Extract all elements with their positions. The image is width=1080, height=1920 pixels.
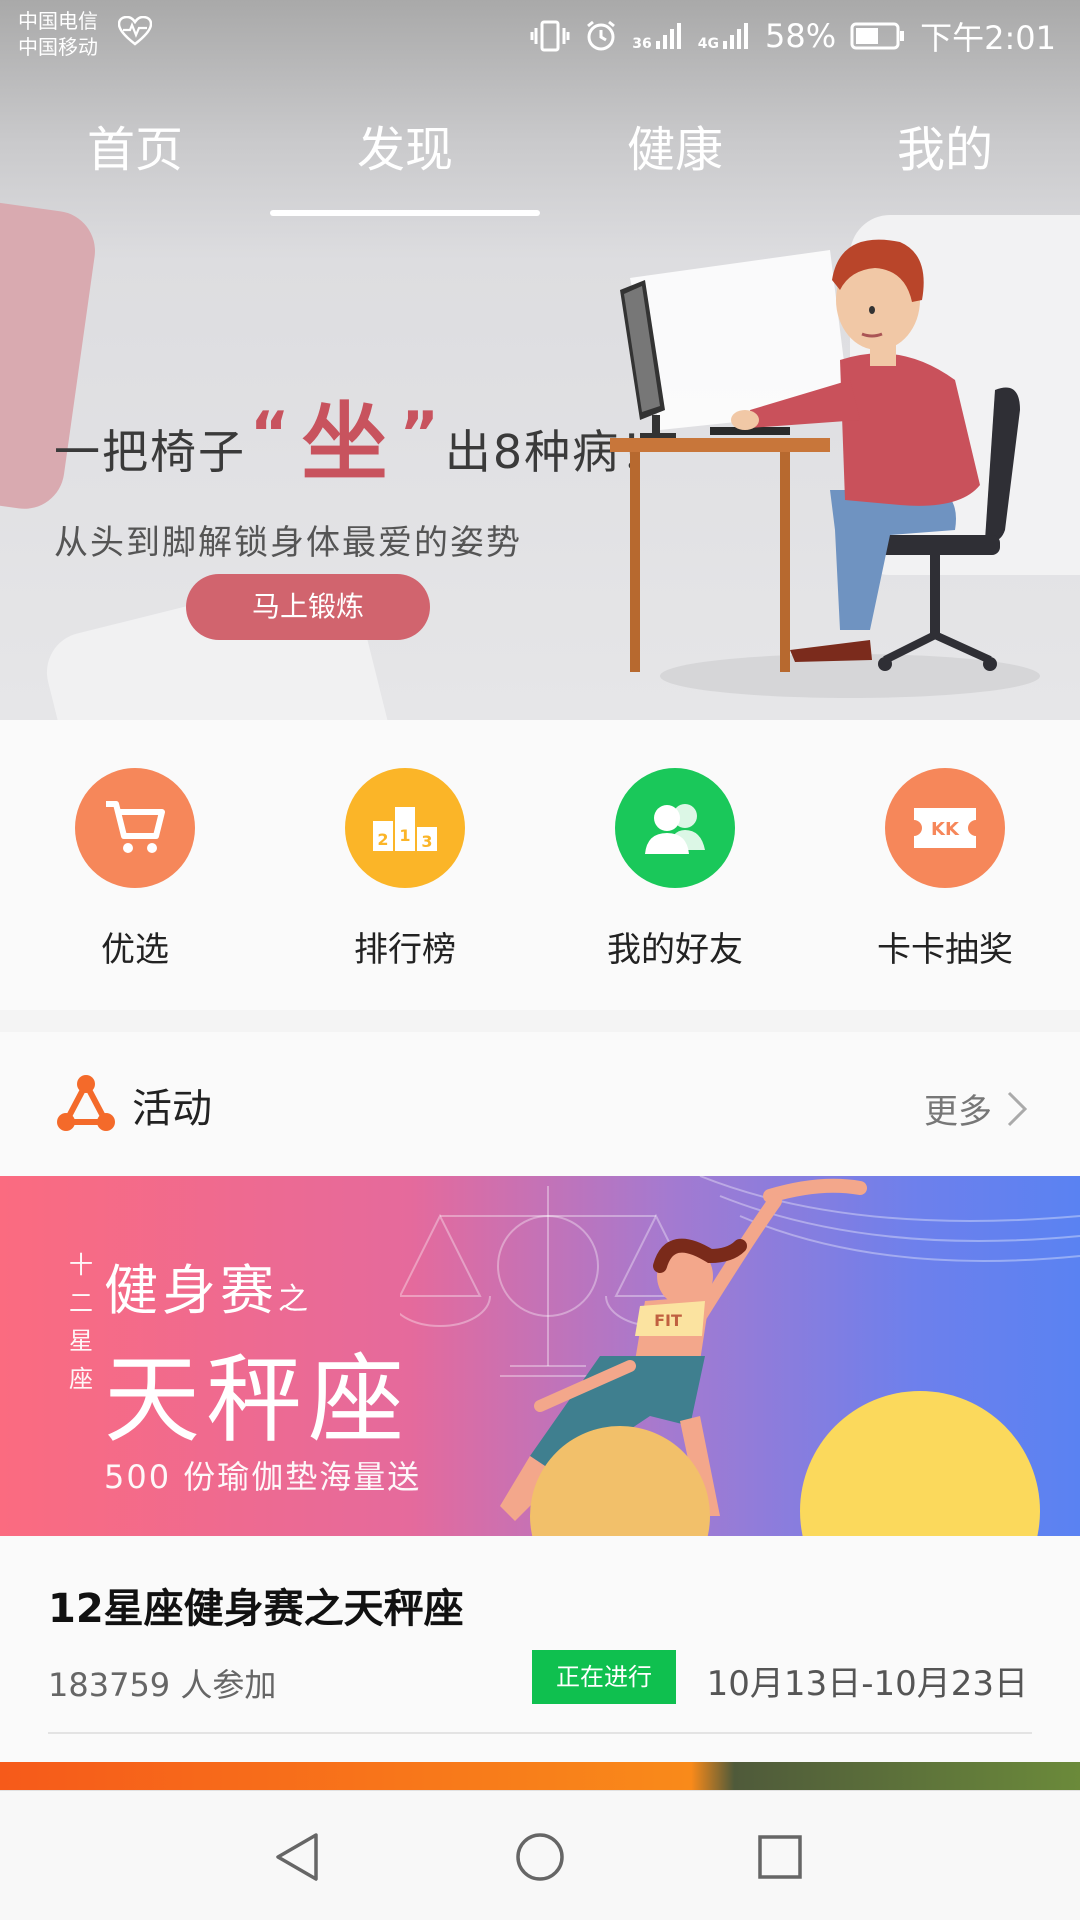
- tab-health[interactable]: 健康: [540, 100, 810, 220]
- quick-action-label: 优选: [101, 930, 169, 970]
- event-dates: 10月13日-10月23日: [706, 1664, 1028, 1704]
- tab-home[interactable]: 首页: [0, 100, 270, 220]
- friends-icon-circle: [615, 768, 735, 888]
- battery-icon: [850, 22, 905, 50]
- home-icon[interactable]: [512, 1829, 568, 1885]
- quick-action-leaderboard[interactable]: 2 1 3 排行榜: [270, 720, 540, 1010]
- heart-pulse-icon: [118, 16, 152, 46]
- banner-copy: 一把椅子 “ 坐 ” 出8种病！ 从头到脚解锁身体最爱的姿势: [54, 368, 668, 564]
- quick-actions: 优选 2 1 3 排行榜 我的好友 KK 卡卡抽奖: [0, 720, 1080, 1010]
- quote-close: ”: [399, 399, 441, 469]
- signal-icon: [655, 23, 681, 49]
- quick-action-label: 卡卡抽奖: [877, 930, 1013, 970]
- podium-3: 3: [421, 832, 432, 851]
- podium-1: 1: [399, 826, 410, 845]
- ticket-icon: KK: [914, 808, 976, 848]
- carrier-2: 中国移动: [18, 35, 98, 59]
- shirt-text: FIT: [654, 1311, 682, 1330]
- podium-icon-circle: 2 1 3: [345, 768, 465, 888]
- section-title: 活动: [132, 1086, 212, 1132]
- podium-2: 2: [377, 830, 388, 849]
- quick-action-preferred[interactable]: 优选: [0, 720, 270, 1010]
- cart-icon-circle: [75, 768, 195, 888]
- clock: 下午2:01: [920, 19, 1056, 57]
- carrier-labels: 中国电信 中国移动: [18, 8, 98, 60]
- quote-open: “: [250, 399, 292, 469]
- status-bar: 中国电信 中国移动 36 4G 58% 下午2:01: [0, 0, 1080, 72]
- side-char: 十: [69, 1251, 93, 1279]
- next-event-banner[interactable]: [0, 1762, 1080, 1790]
- network-label-2: 4G: [697, 36, 719, 52]
- signal-icon: [723, 23, 748, 49]
- chevron-right-icon: [1007, 1091, 1028, 1126]
- man-at-desk-illustration: [610, 239, 1040, 698]
- quick-action-label: 排行榜: [354, 930, 456, 970]
- back-icon[interactable]: [270, 1829, 326, 1885]
- banner-line-1: 健身赛之: [104, 1246, 312, 1325]
- status-badge: 正在进行: [532, 1650, 676, 1704]
- banner-line-1-main: 健身赛: [104, 1259, 278, 1322]
- banner-headline: 一把椅子 “ 坐 ” 出8种病！: [54, 368, 668, 493]
- headline-big: 坐: [301, 393, 390, 493]
- triangle-nodes-icon: [57, 1075, 115, 1131]
- quick-action-friends[interactable]: 我的好友: [540, 720, 810, 1010]
- event-banner[interactable]: FIT 十 二 星 座 健身赛之 天秤座 500 份瑜伽垫海量送: [0, 1176, 1080, 1536]
- banner-subline: 从头到脚解锁身体最爱的姿势: [54, 523, 522, 563]
- recents-icon[interactable]: [752, 1829, 808, 1885]
- network-label-1: 36: [632, 36, 652, 52]
- more-label: 更多: [924, 1092, 992, 1132]
- divider: [48, 1732, 1032, 1734]
- quick-action-lottery[interactable]: KK 卡卡抽奖: [810, 720, 1080, 1010]
- hero-banner[interactable]: 中国电信 中国移动 36 4G 58% 下午2:01 首页 发现 健康 我的 一…: [0, 0, 1080, 720]
- friends-icon: [645, 804, 705, 854]
- banner-line-1-suffix: 之: [278, 1282, 312, 1317]
- podium-icon: 2 1 3: [373, 807, 437, 851]
- tab-mine[interactable]: 我的: [810, 100, 1080, 220]
- participant-count: 183759 人参加: [48, 1666, 277, 1704]
- system-nav-bar: [0, 1790, 1080, 1920]
- headline-pre: 一把椅子: [54, 425, 246, 479]
- banner-side-text: 十 二 星 座: [66, 1246, 96, 1398]
- banner-line-3: 500 份瑜伽垫海量送: [104, 1458, 422, 1496]
- banner-line-2: 天秤座: [104, 1344, 410, 1456]
- cart-icon: [106, 801, 165, 853]
- ticket-text: KK: [931, 819, 960, 840]
- ticket-icon-circle: KK: [885, 768, 1005, 888]
- side-char: 二: [69, 1289, 93, 1317]
- side-char: 座: [69, 1365, 93, 1393]
- carrier-1: 中国电信: [18, 9, 98, 33]
- event-title[interactable]: 12星座健身赛之天秤座: [48, 1576, 464, 1634]
- status-indicators: 36 4G 58% 下午2:01: [530, 14, 1056, 58]
- tab-discover[interactable]: 发现: [270, 100, 540, 220]
- exercise-now-button[interactable]: 马上锻炼: [186, 574, 430, 640]
- side-char: 星: [69, 1327, 93, 1355]
- battery-percent: 58%: [765, 17, 837, 55]
- alarm-icon: [587, 20, 616, 51]
- top-tabs: 首页 发现 健康 我的: [0, 100, 1080, 220]
- vibrate-icon: [530, 20, 570, 52]
- activity-section: 活动 更多 FIT 十 二 星 座 健身赛之 天秤座 500 份瑜伽垫海量送 1…: [0, 1032, 1080, 1790]
- quick-action-label: 我的好友: [607, 930, 743, 970]
- activity-header: 活动 更多: [0, 1032, 1080, 1176]
- more-link[interactable]: 更多: [924, 1084, 1028, 1133]
